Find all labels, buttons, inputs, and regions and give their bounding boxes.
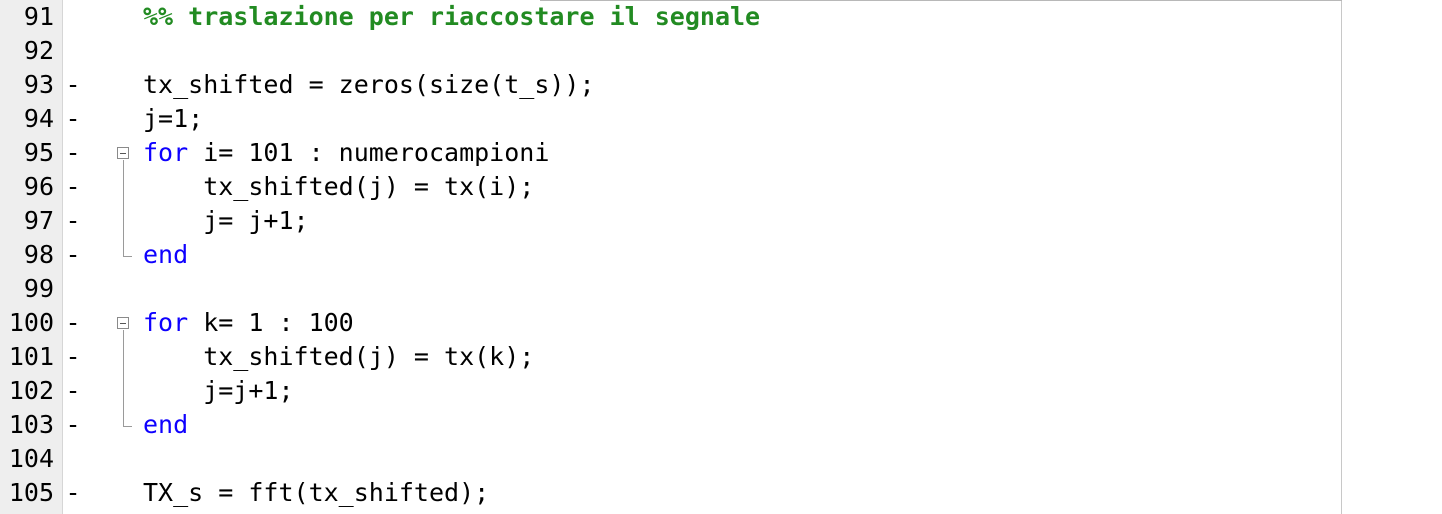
- code-rest: k= 1 : 100: [188, 308, 354, 337]
- fold-guide-line: [123, 330, 124, 426]
- code-text[interactable]: j=1;: [143, 102, 203, 136]
- line-number: 98: [23, 240, 54, 269]
- code-text[interactable]: j= j+1;: [143, 204, 308, 238]
- code-line[interactable]: 105 - TX_s = fft(tx_shifted);: [0, 476, 1442, 510]
- code-text[interactable]: for k= 1 : 100: [143, 306, 354, 340]
- line-number: 101: [8, 342, 54, 371]
- fold-collapse-icon[interactable]: [117, 147, 129, 159]
- line-number: 97: [23, 206, 54, 235]
- executable-marker[interactable]: -: [65, 476, 81, 510]
- code-line[interactable]: 95 - for i= 101 : numerocampioni: [0, 136, 1442, 170]
- code-text[interactable]: tx_shifted(j) = tx(k);: [143, 340, 534, 374]
- fold-collapse-icon[interactable]: [117, 317, 129, 329]
- code-text[interactable]: j=j+1;: [143, 374, 293, 408]
- line-number: 94: [23, 104, 54, 133]
- code-text[interactable]: tx_shifted = zeros(size(t_s));: [143, 68, 595, 102]
- executable-marker[interactable]: -: [65, 102, 81, 136]
- executable-marker[interactable]: -: [65, 170, 81, 204]
- code-line[interactable]: 91 %% traslazione per riaccostare il seg…: [0, 0, 1442, 34]
- code-line[interactable]: 104: [0, 442, 1442, 476]
- line-number: 100: [8, 308, 54, 337]
- code-text[interactable]: TX_s = fft(tx_shifted);: [143, 476, 489, 510]
- line-number: 102: [8, 376, 54, 405]
- line-number: 91: [23, 2, 54, 31]
- executable-marker[interactable]: -: [65, 136, 81, 170]
- code-text[interactable]: tx_shifted(j) = tx(i);: [143, 170, 534, 204]
- code-line[interactable]: 96 - tx_shifted(j) = tx(i);: [0, 170, 1442, 204]
- executable-marker[interactable]: -: [65, 408, 81, 442]
- code-line[interactable]: 98 - end: [0, 238, 1442, 272]
- line-number: 99: [23, 274, 54, 303]
- code-editor[interactable]: 91 %% traslazione per riaccostare il seg…: [0, 0, 1442, 514]
- keyword-end[interactable]: end: [143, 408, 188, 442]
- fold-guide-end: [123, 256, 132, 257]
- code-line[interactable]: 92: [0, 34, 1442, 68]
- fold-guide-line: [123, 160, 124, 256]
- keyword-end[interactable]: end: [143, 238, 188, 272]
- fold-guide-end: [123, 426, 132, 427]
- line-number: 96: [23, 172, 54, 201]
- keyword-for: for: [143, 138, 189, 167]
- executable-marker[interactable]: -: [65, 238, 81, 272]
- line-number: 103: [8, 410, 54, 439]
- executable-marker[interactable]: -: [65, 374, 81, 408]
- code-line[interactable]: 93 - tx_shifted = zeros(size(t_s));: [0, 68, 1442, 102]
- code-line[interactable]: 103 - end: [0, 408, 1442, 442]
- executable-marker[interactable]: -: [65, 68, 81, 102]
- code-line[interactable]: 94 - j=1;: [0, 102, 1442, 136]
- code-text[interactable]: for i= 101 : numerocampioni: [143, 136, 549, 170]
- line-number: 104: [8, 444, 54, 473]
- line-number: 92: [23, 36, 54, 65]
- line-number: 93: [23, 70, 54, 99]
- executable-marker[interactable]: -: [65, 340, 81, 374]
- code-rest: i= 101 : numerocampioni: [188, 138, 550, 167]
- line-number: 95: [23, 138, 54, 167]
- code-line[interactable]: 99: [0, 272, 1442, 306]
- section-comment[interactable]: %% traslazione per riaccostare il segnal…: [143, 0, 760, 34]
- keyword-for: for: [143, 308, 189, 337]
- code-line[interactable]: 100 - for k= 1 : 100: [0, 306, 1442, 340]
- executable-marker[interactable]: -: [65, 306, 81, 340]
- line-number: 105: [8, 478, 54, 507]
- code-line[interactable]: 97 - j= j+1;: [0, 204, 1442, 238]
- code-line[interactable]: 101 - tx_shifted(j) = tx(k);: [0, 340, 1442, 374]
- executable-marker[interactable]: -: [65, 204, 81, 238]
- code-line[interactable]: 102 - j=j+1;: [0, 374, 1442, 408]
